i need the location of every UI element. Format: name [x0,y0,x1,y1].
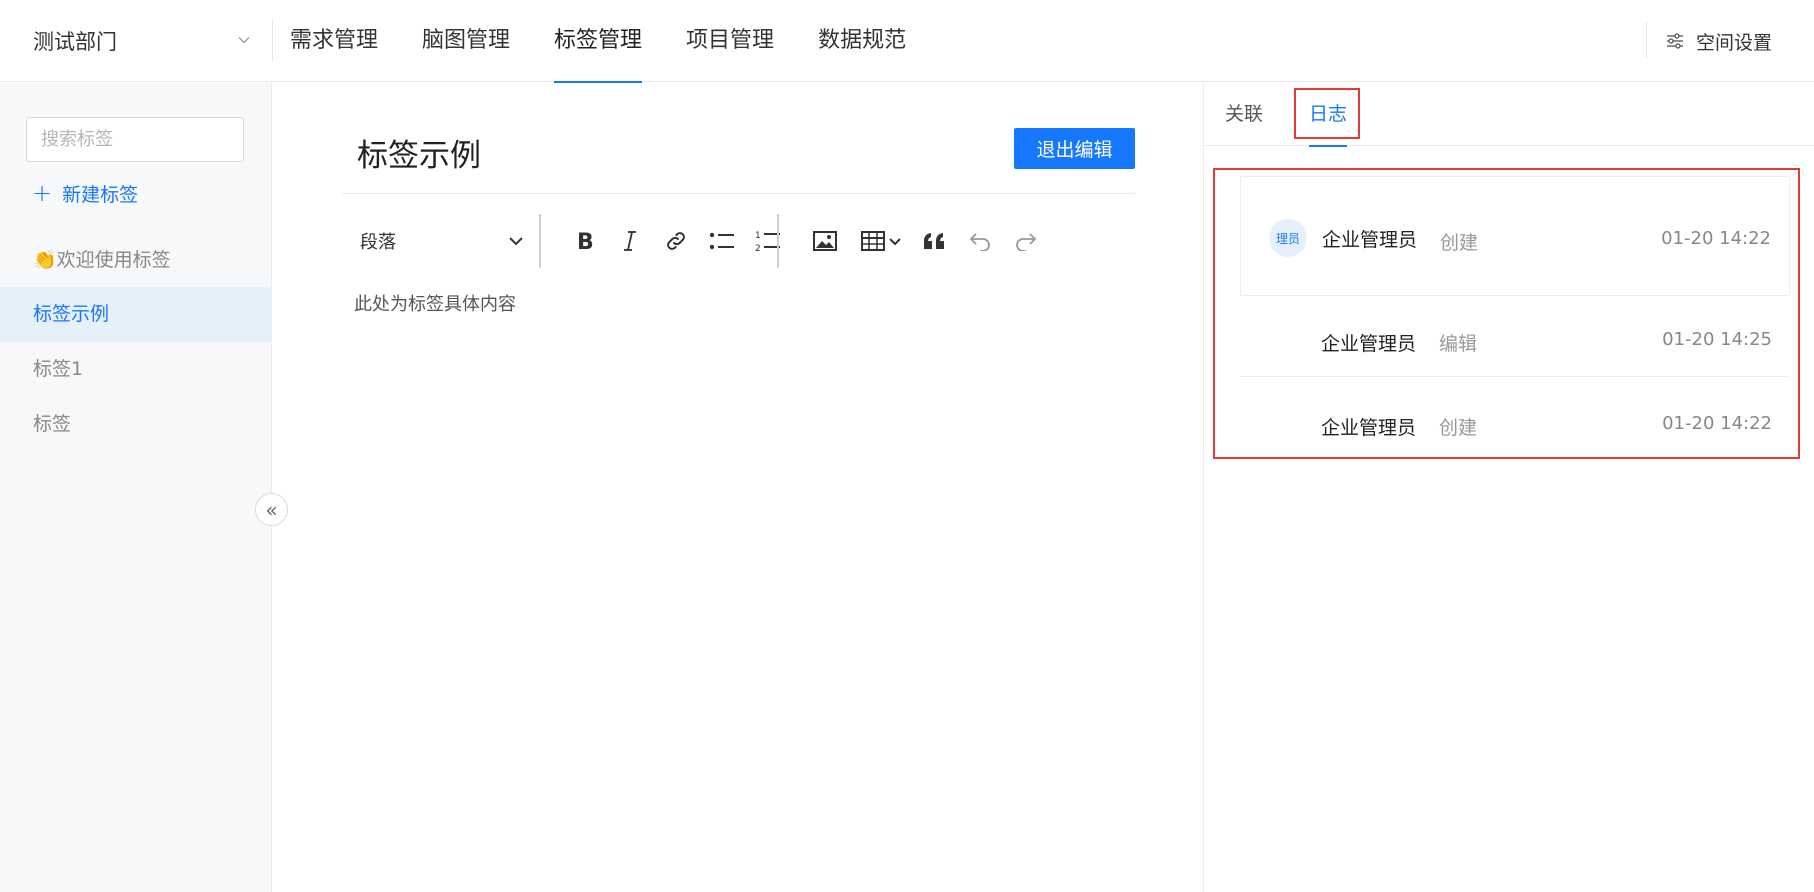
svg-text:B: B [577,230,594,252]
svg-text:1: 1 [755,231,761,241]
divider [1646,22,1647,58]
divider [272,20,273,62]
exit-edit-button[interactable]: 退出编辑 [1014,128,1135,169]
tag-sidebar: + 新建标签 👏欢迎使用标签 标签示例 标签1 标签 [0,83,272,892]
sidebar-item-tag1[interactable]: 标签1 [0,342,272,397]
link-icon[interactable] [656,221,696,261]
sliders-icon [1667,33,1683,49]
highlight-box [1294,88,1360,139]
table-icon[interactable] [856,221,910,261]
space-settings-button[interactable]: 空间设置 [1666,0,1772,82]
italic-icon[interactable] [610,221,650,261]
page-title: 标签示例 [357,138,481,174]
search-input[interactable] [26,117,244,162]
chevron-down-icon [238,37,250,44]
plus-icon: + [32,179,53,207]
right-panel: 关联 日志 理员 企业管理员 创建 01-20 14:22 企业管理员 编辑 0… [1203,83,1814,892]
sidebar-item-tag-example[interactable]: 标签示例 [0,287,272,342]
new-tag-button[interactable]: + 新建标签 [32,179,138,207]
highlight-box [1213,168,1800,459]
tab-requirements[interactable]: 需求管理 [290,0,378,82]
space-settings-label: 空间设置 [1696,31,1773,54]
tab-tags[interactable]: 标签管理 [554,0,643,83]
new-tag-label: 新建标签 [62,183,139,206]
department-label: 测试部门 [33,30,117,54]
tab-data-standards[interactable]: 数据规范 [818,0,906,82]
chevron-down-icon [509,237,523,246]
paragraph-select-value: 段落 [360,232,396,253]
quote-icon[interactable] [914,221,954,261]
editor-content[interactable]: 此处为标签具体内容 [354,290,516,316]
bulleted-list-icon[interactable] [702,221,742,261]
image-icon[interactable] [805,221,845,261]
redo-icon[interactable] [1006,221,1046,261]
double-chevron-left-icon[interactable]: « [255,493,288,526]
tab-relations[interactable]: 关联 [1225,83,1263,146]
bold-icon[interactable]: B [565,221,605,261]
tab-mindmap[interactable]: 脑图管理 [422,0,510,82]
main-nav: 需求管理 脑图管理 标签管理 项目管理 数据规范 [290,0,950,83]
undo-icon[interactable] [960,221,1000,261]
divider [342,193,1135,194]
toolbar-divider [539,214,541,268]
numbered-list-icon[interactable]: 12 [748,221,788,261]
sidebar-item-tag[interactable]: 标签 [0,397,272,452]
paragraph-select[interactable]: 段落 [360,212,535,270]
department-selector[interactable]: 测试部门 [0,0,272,82]
tab-projects[interactable]: 项目管理 [686,0,774,82]
toolbar-divider [777,214,779,268]
top-bar: 测试部门 需求管理 脑图管理 标签管理 项目管理 数据规范 空间设置 [0,0,1814,83]
svg-text:2: 2 [755,244,761,253]
sidebar-item-welcome[interactable]: 👏欢迎使用标签 [0,233,272,288]
